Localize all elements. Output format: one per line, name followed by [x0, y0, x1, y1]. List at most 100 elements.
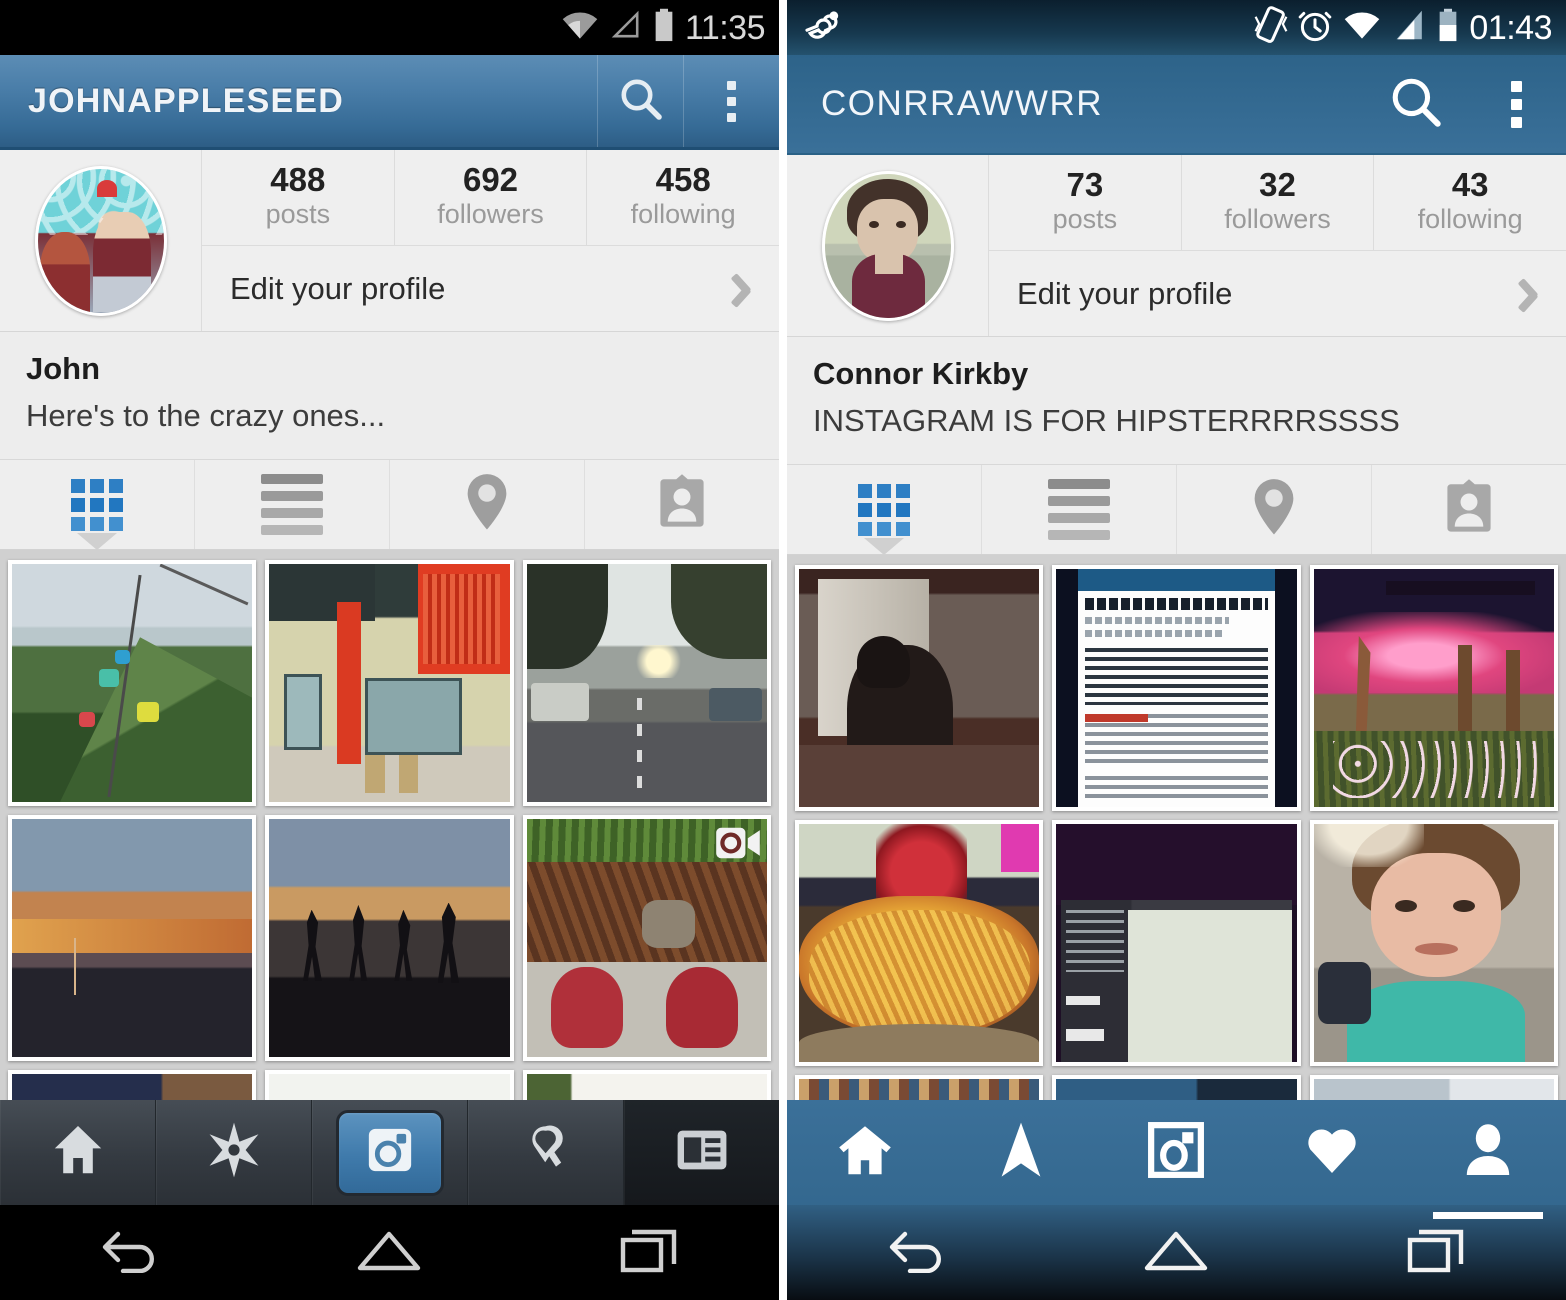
stat-value: 43	[1451, 166, 1489, 204]
recents-icon	[1407, 1226, 1465, 1279]
photo-cell[interactable]	[522, 1070, 771, 1100]
compass-star-icon	[205, 1121, 263, 1184]
grid-row	[795, 565, 1558, 812]
photo-cell[interactable]	[8, 560, 257, 807]
battery-full-icon	[652, 8, 676, 47]
photo-cell[interactable]	[795, 820, 1044, 1067]
home-tab[interactable]	[0, 1100, 156, 1205]
map-tab[interactable]	[390, 460, 585, 550]
right-bio-block: Connor Kirkby INSTAGRAM IS FOR HIPSTERRR…	[787, 337, 1566, 466]
photo-cell[interactable]	[1309, 1075, 1558, 1100]
navigation-arrow-icon	[998, 1121, 1044, 1184]
profile-full-name: John	[26, 351, 101, 386]
photo-cell[interactable]	[795, 1075, 1044, 1100]
photo-image	[526, 564, 767, 803]
news-tab[interactable]	[468, 1100, 624, 1205]
map-tab[interactable]	[1177, 465, 1372, 555]
avatar[interactable]	[821, 170, 954, 321]
stat-posts[interactable]: 488 posts	[202, 150, 395, 245]
photo-cell[interactable]	[1309, 820, 1558, 1067]
left-photo-grid	[0, 550, 779, 1100]
home-button[interactable]	[1111, 1228, 1241, 1277]
profile-tab[interactable]	[1410, 1100, 1566, 1219]
left-edit-profile-row[interactable]: Edit your profile	[202, 246, 779, 331]
left-status-bar: 11:35	[0, 0, 779, 55]
photo-cell[interactable]	[265, 815, 514, 1062]
back-button[interactable]	[65, 1227, 195, 1278]
home-outline-icon	[836, 1123, 894, 1182]
stat-label: following	[630, 198, 736, 229]
photo-image	[269, 564, 510, 803]
stat-label: posts	[1052, 203, 1118, 234]
photo-cell[interactable]	[8, 1070, 257, 1100]
camera-tab[interactable]	[312, 1100, 468, 1205]
recents-button[interactable]	[584, 1226, 714, 1279]
home-outline-icon	[1143, 1228, 1209, 1277]
right-avatar-cell[interactable]	[787, 155, 989, 336]
photos-of-you-icon	[655, 473, 709, 536]
right-edit-profile-row[interactable]: Edit your profile	[989, 251, 1566, 336]
stat-following[interactable]: 43 following	[1374, 155, 1566, 250]
stat-value: 73	[1066, 166, 1104, 204]
left-profile-right: 488 posts 692 followers 458 following Ed…	[202, 150, 779, 331]
stat-followers[interactable]: 32 followers	[1182, 155, 1375, 250]
photo-image	[1313, 1079, 1554, 1100]
photo-cell[interactable]	[1052, 820, 1301, 1067]
camera-button[interactable]	[335, 1109, 444, 1196]
person-icon	[1464, 1123, 1512, 1182]
avatar-image	[37, 168, 164, 313]
grid-tab[interactable]	[0, 460, 195, 551]
left-avatar-cell[interactable]	[0, 150, 202, 331]
camera-tab[interactable]	[1099, 1100, 1255, 1205]
chevron-right-icon	[733, 272, 753, 306]
tagged-tab[interactable]	[585, 460, 779, 549]
explore-tab[interactable]	[156, 1100, 312, 1205]
recents-button[interactable]	[1371, 1226, 1501, 1279]
camera-outline-icon	[1147, 1121, 1205, 1184]
avatar[interactable]	[34, 165, 167, 316]
photo-image	[12, 564, 253, 803]
chevron-right-icon	[1520, 277, 1540, 311]
grid-tab[interactable]	[787, 465, 982, 556]
left-bio-block: John Here's to the crazy ones...	[0, 332, 779, 461]
photo-cell[interactable]	[265, 560, 514, 807]
home-button[interactable]	[324, 1228, 454, 1277]
left-system-nav	[0, 1205, 779, 1300]
stat-label: followers	[437, 198, 544, 229]
stat-posts[interactable]: 73 posts	[989, 155, 1182, 250]
photo-cell[interactable]	[1052, 565, 1301, 812]
profile-bio-text: Here's to the crazy ones...	[26, 397, 386, 433]
left-overflow-button[interactable]	[683, 55, 779, 147]
home-tab[interactable]	[787, 1100, 943, 1205]
left-search-button[interactable]	[597, 55, 683, 147]
photo-image	[1056, 824, 1297, 1063]
profile-tab[interactable]	[624, 1100, 779, 1205]
tagged-tab[interactable]	[1372, 465, 1566, 554]
photo-cell[interactable]	[522, 815, 771, 1062]
stat-label: following	[1417, 203, 1523, 234]
overflow-menu-icon	[727, 80, 736, 122]
photo-cell[interactable]	[265, 1070, 514, 1100]
heart-search-icon	[518, 1122, 574, 1183]
right-overflow-button[interactable]	[1466, 55, 1566, 153]
stat-following[interactable]: 458 following	[587, 150, 779, 245]
stat-value: 488	[270, 161, 326, 199]
explore-tab[interactable]	[943, 1100, 1099, 1205]
photo-cell[interactable]	[8, 815, 257, 1062]
photo-cell[interactable]	[1052, 1075, 1301, 1100]
right-stats-row: 73 posts 32 followers 43 following	[989, 155, 1566, 251]
left-phone-screen: 11:35 JOHNAPPLESEED 488 posts 692 follow…	[0, 0, 779, 1300]
profile-full-name: Connor Kirkby	[813, 356, 1029, 391]
photo-cell[interactable]	[1309, 565, 1558, 812]
stat-label: followers	[1224, 203, 1331, 234]
list-tab[interactable]	[195, 460, 390, 550]
back-button[interactable]	[852, 1227, 982, 1278]
list-tab[interactable]	[982, 465, 1177, 555]
stat-followers[interactable]: 692 followers	[395, 150, 588, 245]
back-arrow-icon	[99, 1227, 161, 1278]
photo-cell[interactable]	[795, 565, 1044, 812]
right-search-button[interactable]	[1366, 55, 1466, 153]
activity-tab[interactable]	[1254, 1100, 1410, 1205]
photo-cell[interactable]	[522, 560, 771, 807]
video-badge-icon	[715, 825, 761, 861]
